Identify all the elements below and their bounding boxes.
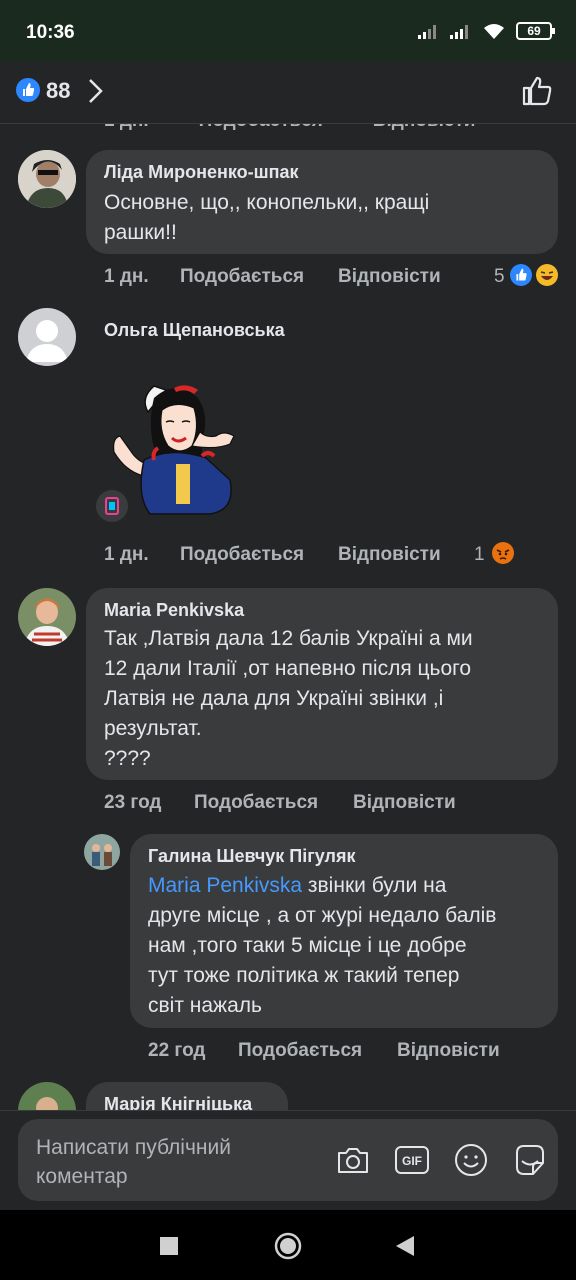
reply-bubble[interactable]: Галина Шевчук Пігуляк Maria Penkivska зв… bbox=[130, 834, 558, 1028]
laugh-icon bbox=[536, 264, 558, 286]
comment-bubble[interactable]: Марія Кнігніцька bbox=[86, 1082, 288, 1110]
comment-composer: Написати публічний коментар GIF bbox=[0, 1110, 576, 1210]
reaction-count[interactable]: 5 bbox=[494, 266, 505, 288]
comment-author[interactable]: Марія Кнігніцька bbox=[104, 1094, 252, 1110]
like-icon bbox=[510, 264, 532, 286]
home-icon[interactable] bbox=[274, 1232, 302, 1260]
comment-text-line: результат. bbox=[104, 717, 202, 740]
like-link[interactable]: Подобається bbox=[199, 124, 323, 132]
status-bar: 10:36 69 bbox=[0, 0, 576, 62]
comment-time: 1 дн. bbox=[104, 266, 149, 287]
avatar[interactable] bbox=[18, 588, 76, 646]
reply-link[interactable]: Відповісти bbox=[397, 1040, 500, 1062]
comment-text-line: 12 дали Італії ,от напевно після цього bbox=[104, 657, 472, 680]
signal-icon bbox=[450, 25, 468, 39]
comment-author[interactable]: Ліда Мироненко-шпак bbox=[104, 162, 299, 183]
comments-list[interactable]: 1 дн. Подобається Відповісти Ліда Мироне… bbox=[0, 124, 576, 1110]
reaction-count[interactable]: 88 bbox=[46, 78, 70, 104]
comment-input[interactable]: Написати публічний коментар GIF bbox=[18, 1119, 558, 1201]
avatar[interactable] bbox=[18, 1082, 76, 1110]
reply-link[interactable]: Відповісти bbox=[373, 124, 476, 132]
like-outline-icon[interactable] bbox=[520, 74, 554, 108]
battery-icon: 69 bbox=[516, 22, 555, 40]
comment-text-line: рашки!! bbox=[104, 221, 177, 244]
status-icons: 69 bbox=[418, 22, 555, 40]
reactions-header: 88 bbox=[0, 62, 576, 124]
mention-link[interactable]: Maria Penkivska bbox=[148, 874, 302, 897]
comment-text-line: друге місце , а от журі недало балів bbox=[148, 904, 497, 927]
comment-text-line: ???? bbox=[104, 747, 151, 770]
reaction-count[interactable]: 1 bbox=[474, 544, 485, 566]
comment-time: 1 дн. bbox=[104, 124, 149, 132]
comment-time: 1 дн. bbox=[104, 544, 149, 565]
like-badge-icon[interactable] bbox=[16, 78, 40, 102]
comment-text-line: Латвія не дала для Україні звінки ,і bbox=[104, 687, 444, 710]
partial-action-row: 1 дн. Подобається Відповісти bbox=[104, 124, 475, 132]
comment-author[interactable]: Ольга Щепановська bbox=[104, 320, 285, 341]
like-link[interactable]: Подобається bbox=[238, 1040, 362, 1062]
angry-icon bbox=[492, 542, 514, 564]
emoji-icon[interactable] bbox=[452, 1141, 490, 1179]
comment-text-line: нам ,того таки 5 місце і це добре bbox=[148, 934, 467, 957]
system-nav-bar bbox=[0, 1210, 576, 1280]
like-link[interactable]: Подобається bbox=[180, 266, 304, 288]
comment-author[interactable]: Галина Шевчук Пігуляк bbox=[148, 846, 355, 867]
comment-time: 22 год bbox=[148, 1040, 206, 1061]
comment-text: Основне, що,, конопельки,, кращі рашки!! bbox=[104, 188, 429, 248]
reply-link[interactable]: Відповісти bbox=[338, 544, 441, 566]
back-icon[interactable] bbox=[396, 1236, 414, 1256]
comment-text-line: світ нажаль bbox=[148, 994, 262, 1017]
recent-apps-icon[interactable] bbox=[160, 1237, 178, 1255]
comment-text-line: Maria Penkivska звінки були на bbox=[148, 874, 447, 897]
comment-text: Maria Penkivska звінки були на друге міс… bbox=[148, 871, 496, 1021]
status-time: 10:36 bbox=[26, 22, 75, 43]
like-link[interactable]: Подобається bbox=[180, 544, 304, 566]
comment-text: Так ,Латвія дала 12 балів Україні а ми 1… bbox=[104, 624, 473, 774]
avatar[interactable] bbox=[18, 308, 76, 366]
camera-icon[interactable] bbox=[334, 1141, 372, 1179]
comment-text-line: Основне, що,, конопельки,, кращі bbox=[104, 191, 430, 214]
avatar[interactable] bbox=[84, 834, 120, 870]
comment-text-line: тут тоже політика ж такий тепер bbox=[148, 964, 460, 987]
avatar[interactable] bbox=[18, 150, 76, 208]
wifi-icon bbox=[484, 24, 504, 39]
comment-text-line: Так ,Латвія дала 12 балів Україні а ми bbox=[104, 627, 473, 650]
sticker-badge-icon bbox=[96, 490, 128, 522]
comment-time: 23 год bbox=[104, 792, 162, 813]
comment-input-placeholder: Написати публічний коментар bbox=[36, 1136, 231, 1188]
chevron-right-icon[interactable] bbox=[86, 76, 106, 106]
signal-icon bbox=[418, 25, 436, 39]
like-link[interactable]: Подобається bbox=[194, 792, 318, 814]
comment-bubble[interactable]: Maria Penkivska Так ,Латвія дала 12 балі… bbox=[86, 588, 558, 780]
gif-icon[interactable]: GIF bbox=[393, 1141, 431, 1179]
reply-link[interactable]: Відповісти bbox=[353, 792, 456, 814]
svg-text:GIF: GIF bbox=[402, 1154, 422, 1168]
comment-author[interactable]: Maria Penkivska bbox=[104, 600, 244, 621]
comment-bubble[interactable]: Ліда Мироненко-шпак Основне, що,, конопе… bbox=[86, 150, 558, 254]
sticker-icon[interactable] bbox=[511, 1141, 549, 1179]
reply-link[interactable]: Відповісти bbox=[338, 266, 441, 288]
